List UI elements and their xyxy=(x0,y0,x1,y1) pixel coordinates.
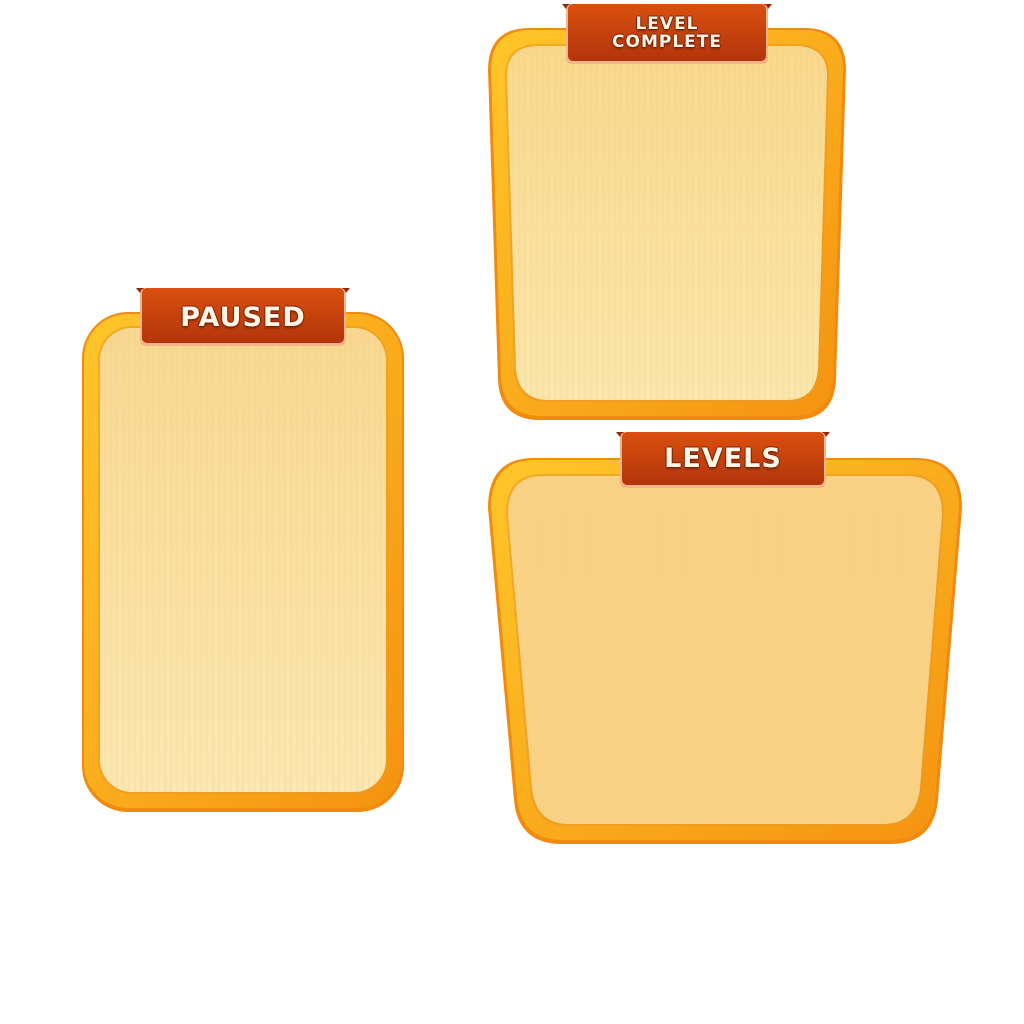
level-complete-panel: LEVEL COMPLETE xyxy=(486,4,848,423)
level-complete-panel-frame xyxy=(488,28,846,420)
paused-title: PAUSED xyxy=(180,301,306,333)
levels-panel: LEVELS xyxy=(486,432,964,846)
paused-panel: PAUSED xyxy=(78,288,408,815)
levels-title: LEVELS xyxy=(664,442,782,474)
game-ui-sprite-sheet: PAUSED LEVEL COMPLETE LEVELS xyxy=(0,0,1024,1024)
level-complete-title-ribbon: LEVEL COMPLETE xyxy=(562,4,772,66)
level-complete-title: LEVEL COMPLETE xyxy=(612,14,722,52)
levels-title-ribbon: LEVELS xyxy=(616,432,830,490)
paused-panel-frame xyxy=(82,312,404,812)
levels-panel-frame xyxy=(488,458,962,844)
paused-title-ribbon: PAUSED xyxy=(136,288,350,350)
